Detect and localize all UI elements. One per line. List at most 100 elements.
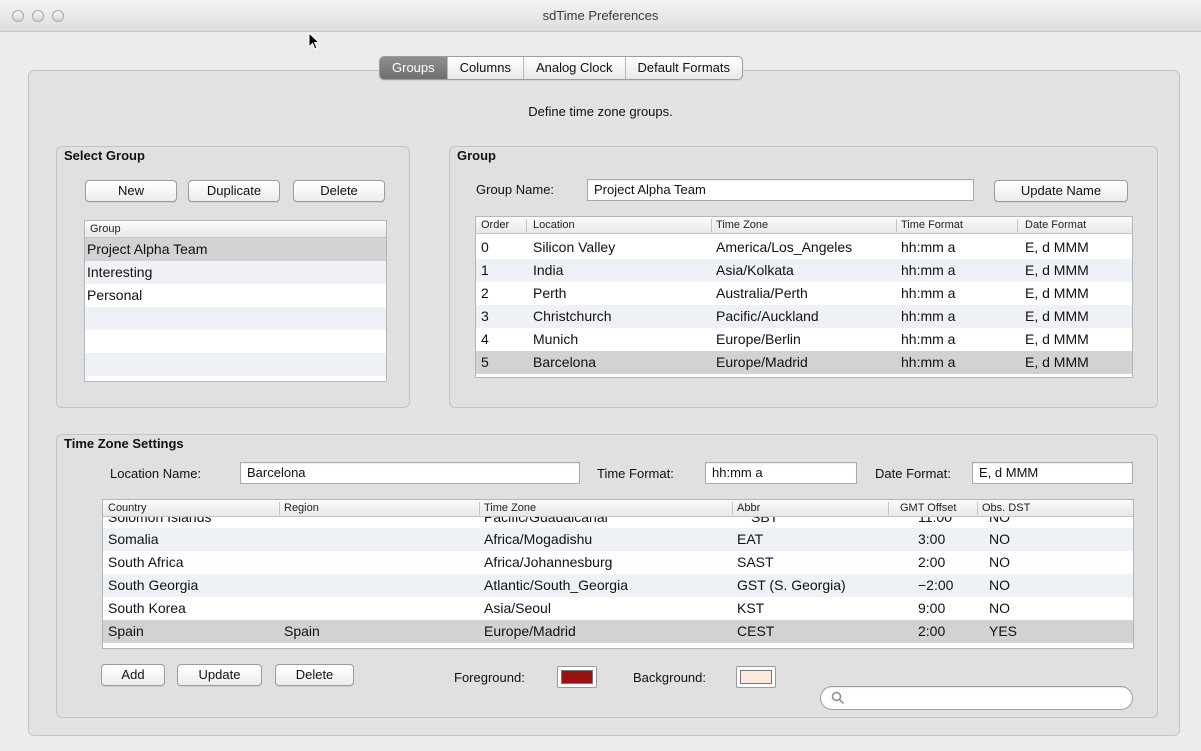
country-cell: Somalia <box>108 531 159 547</box>
group-row-label: Project Alpha Team <box>87 241 208 257</box>
time-zone-settings-title: Time Zone Settings <box>64 436 184 451</box>
time-format-field[interactable]: hh:mm a <box>705 462 857 484</box>
gmt-offset-cell: −2:00 <box>918 577 954 593</box>
date-format-cell: E, d MMM <box>1025 354 1089 370</box>
date-format-field[interactable]: E, d MMM <box>972 462 1133 484</box>
title-bar: sdTime Preferences <box>0 0 1201 32</box>
column-header-time-zone[interactable]: Time Zone <box>716 219 768 231</box>
time-format-cell: hh:mm a <box>901 308 956 324</box>
time-zone-cell: America/Los_Angeles <box>716 239 853 255</box>
time-zone-cell: Pacific/Auckland <box>716 308 819 324</box>
location-cell: Silicon Valley <box>533 239 616 255</box>
time-zone-row[interactable]: Somalia Africa/Mogadishu EAT 3:00 NO <box>103 528 1133 551</box>
column-header-obs-dst[interactable]: Obs. DST <box>982 502 1030 514</box>
time-format-cell: hh:mm a <box>901 262 956 278</box>
column-header-location[interactable]: Location <box>533 219 575 231</box>
time-zone-row[interactable]: Spain Spain Europe/Madrid CEST 2:00 YES <box>103 620 1133 643</box>
search-icon <box>831 691 845 705</box>
time-zone-row[interactable]: South Africa Africa/Johannesburg SAST 2:00 N… <box>103 551 1133 574</box>
order-cell: 3 <box>481 308 489 324</box>
location-row[interactable]: 1 India Asia/Kolkata hh:mm a E, d MMM <box>476 259 1132 282</box>
group-row-label: Interesting <box>87 264 153 280</box>
duplicate-group-button[interactable]: Duplicate <box>188 180 280 202</box>
tab-default-formats[interactable]: Default Formats <box>626 57 742 79</box>
location-row[interactable]: 2 Perth Australia/Perth hh:mm a E, d MMM <box>476 282 1132 305</box>
time-zone-cell: Europe/Madrid <box>484 623 576 639</box>
time-zone-cell: Europe/Berlin <box>716 331 801 347</box>
delete-time-zone-button[interactable]: Delete <box>275 664 354 686</box>
gmt-offset-cell: 2:00 <box>918 554 946 570</box>
time-format-label: Time Format: <box>597 466 674 481</box>
location-cell: Perth <box>533 285 567 301</box>
abbr-cell: KST <box>737 600 765 616</box>
column-header-gmt-offset[interactable]: GMT Offset <box>900 502 956 514</box>
abbr-cell: CEST <box>737 623 775 639</box>
location-cell: Barcelona <box>533 354 597 370</box>
location-row[interactable]: 3 Christchurch Pacific/Auckland hh:mm a E, d… <box>476 305 1132 328</box>
background-label: Background: <box>633 670 706 685</box>
location-row[interactable]: 5 Barcelona Europe/Madrid hh:mm a E, d MMM <box>476 351 1132 374</box>
group-locations-table: Order Location Time Zone Time Format Dat… <box>475 216 1133 378</box>
location-name-field[interactable]: Barcelona <box>240 462 580 484</box>
foreground-color-well[interactable] <box>557 666 597 688</box>
order-cell: 5 <box>481 354 489 370</box>
region-cell: Spain <box>284 623 320 639</box>
gmt-offset-cell: 2:00 <box>918 623 946 639</box>
group-row-label: Personal <box>87 287 143 303</box>
foreground-label: Foreground: <box>454 670 525 685</box>
update-name-button[interactable]: Update Name <box>994 180 1128 202</box>
order-cell: 4 <box>481 331 489 347</box>
tab-columns[interactable]: Columns <box>448 57 524 79</box>
abbr-cell: GST (S. Georgia) <box>737 577 846 593</box>
time-format-cell: hh:mm a <box>901 239 956 255</box>
date-format-cell: E, d MMM <box>1025 308 1089 324</box>
column-header-group[interactable]: Group <box>90 223 121 235</box>
order-cell: 2 <box>481 285 489 301</box>
background-color-well[interactable] <box>736 666 776 688</box>
time-zone-row[interactable]: South Georgia Atlantic/South_Georgia GST (… <box>103 574 1133 597</box>
column-header-region[interactable]: Region <box>284 502 319 514</box>
column-header-country[interactable]: Country <box>108 502 147 514</box>
group-row[interactable]: Interesting <box>85 261 386 284</box>
group-list-header: Group <box>85 221 386 238</box>
time-zone-row[interactable]: South Korea Asia/Seoul KST 9:00 NO <box>103 597 1133 620</box>
time-zone-cell: Asia/Kolkata <box>716 262 794 278</box>
time-zones-table-header: Country Region Time Zone Abbr GMT Offset… <box>103 500 1133 517</box>
update-time-zone-button[interactable]: Update <box>177 664 262 686</box>
abbr-cell: EAT <box>737 531 764 547</box>
column-header-time-format[interactable]: Time Format <box>901 219 963 231</box>
column-header-time-zone[interactable]: Time Zone <box>484 502 536 514</box>
window-title: sdTime Preferences <box>542 8 659 23</box>
country-cell: South Georgia <box>108 577 199 593</box>
add-time-zone-button[interactable]: Add <box>101 664 165 686</box>
order-cell: 1 <box>481 262 489 278</box>
empty-row <box>85 307 386 330</box>
new-group-button[interactable]: New <box>85 180 177 202</box>
group-row[interactable]: Personal <box>85 284 386 307</box>
column-header-order[interactable]: Order <box>481 219 509 231</box>
group-name-field[interactable]: Project Alpha Team <box>587 179 974 201</box>
date-format-cell: E, d MMM <box>1025 262 1089 278</box>
country-cell: Spain <box>108 623 144 639</box>
location-cell: Christchurch <box>533 308 612 324</box>
date-format-cell: E, d MMM <box>1025 331 1089 347</box>
country-cell: South Korea <box>108 600 186 616</box>
column-header-date-format[interactable]: Date Format <box>1025 219 1086 231</box>
column-header-abbr[interactable]: Abbr <box>737 502 760 514</box>
group-box-title: Group <box>457 148 496 163</box>
search-field[interactable] <box>820 686 1133 710</box>
group-row[interactable]: Project Alpha Team <box>85 238 386 261</box>
time-format-cell: hh:mm a <box>901 354 956 370</box>
date-format-label: Date Format: <box>875 466 951 481</box>
location-row[interactable]: 4 Munich Europe/Berlin hh:mm a E, d MMM <box>476 328 1132 351</box>
time-zone-cell: Africa/Johannesburg <box>484 554 613 570</box>
delete-group-button[interactable]: Delete <box>293 180 385 202</box>
country-cell: South Africa <box>108 554 184 570</box>
tab-groups[interactable]: Groups <box>380 57 448 79</box>
location-row[interactable]: 0 Silicon Valley America/Los_Angeles hh:mm … <box>476 236 1132 259</box>
time-zone-cell: Europe/Madrid <box>716 354 808 370</box>
time-zone-cell: Africa/Mogadishu <box>484 531 593 547</box>
empty-row <box>85 353 386 376</box>
obs-dst-cell: YES <box>989 623 1018 639</box>
tab-analog-clock[interactable]: Analog Clock <box>524 57 626 79</box>
